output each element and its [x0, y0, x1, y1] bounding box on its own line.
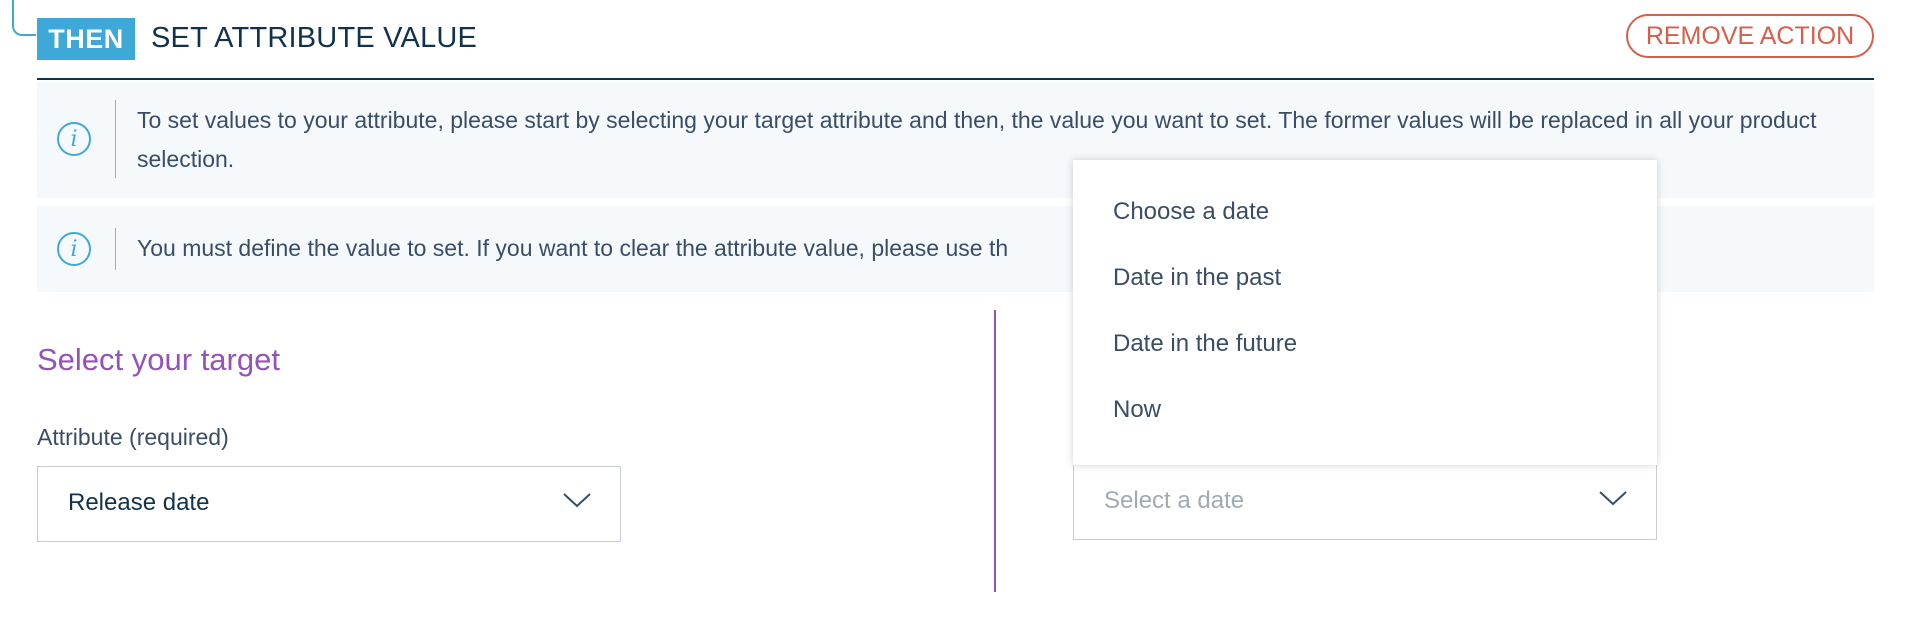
remove-action-button[interactable]: REMOVE ACTION: [1626, 14, 1874, 58]
dropdown-option-date-past[interactable]: Date in the past: [1113, 264, 1281, 292]
dropdown-option-choose-date[interactable]: Choose a date: [1113, 198, 1269, 226]
date-select[interactable]: Select a date: [1073, 464, 1657, 540]
then-badge: THEN: [37, 18, 135, 60]
chevron-down-icon: [1599, 491, 1627, 506]
attribute-select-value: Release date: [68, 489, 210, 516]
action-title: SET ATTRIBUTE VALUE: [151, 22, 478, 54]
chevron-down-icon: [563, 493, 591, 508]
action-header: THEN SET ATTRIBUTE VALUE REMOVE ACTION: [37, 14, 1874, 80]
attribute-label: Attribute (required): [37, 424, 229, 450]
section-title-target: Select your target: [37, 342, 280, 377]
dropdown-option-date-future[interactable]: Date in the future: [1113, 330, 1297, 358]
vertical-divider: [994, 310, 996, 592]
info-icon: i: [57, 122, 91, 156]
rule-action-panel: THEN SET ATTRIBUTE VALUE REMOVE ACTION i…: [0, 0, 1906, 626]
date-select-placeholder: Select a date: [1104, 487, 1245, 514]
attribute-select[interactable]: Release date: [37, 466, 621, 542]
dropdown-option-now[interactable]: Now: [1113, 396, 1161, 424]
info-icon: i: [57, 232, 91, 266]
connector-line: [12, 0, 36, 36]
info-divider: [115, 100, 116, 178]
info-divider: [115, 228, 116, 270]
date-dropdown-menu: Choose a date Date in the past Date in t…: [1073, 160, 1657, 465]
